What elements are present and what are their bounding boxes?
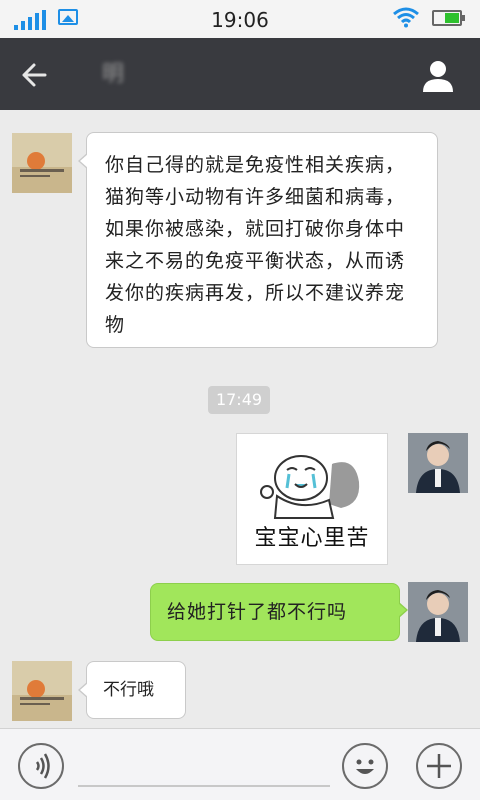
contact-avatar[interactable] — [12, 133, 72, 193]
voice-button[interactable] — [18, 743, 64, 789]
plus-icon — [427, 754, 451, 778]
crying-meme-face-icon — [260, 455, 360, 519]
battery-icon — [432, 10, 465, 26]
user-avatar[interactable] — [408, 433, 468, 493]
person-icon[interactable] — [418, 56, 458, 96]
emoji-button[interactable] — [342, 743, 388, 789]
contact-avatar-image — [12, 661, 72, 721]
chat-title: 明 — [102, 62, 125, 87]
wifi-icon — [393, 7, 419, 28]
chat-header: 明 — [0, 38, 480, 110]
message-timestamp: 17:49 — [208, 386, 270, 414]
status-bar: 19:06 — [0, 0, 480, 38]
user-avatar[interactable] — [408, 582, 468, 642]
sticker-caption: 宝宝心里苦 — [254, 526, 370, 551]
voice-icon — [35, 753, 50, 779]
message-input-bar — [0, 728, 480, 800]
emoji-icon — [356, 759, 374, 774]
message-bubble[interactable]: 不行哦 — [78, 661, 186, 719]
message-bubble[interactable]: 给她打针了都不行吗 — [150, 583, 408, 641]
back-arrow-icon[interactable] — [18, 60, 48, 90]
user-avatar-image — [408, 433, 468, 493]
plus-button[interactable] — [416, 743, 462, 789]
contact-avatar-image — [12, 133, 72, 193]
contact-avatar[interactable] — [12, 661, 72, 721]
user-avatar-image — [408, 582, 468, 642]
message-input[interactable] — [78, 749, 330, 787]
message-bubble[interactable]: 你自己得的就是免疫性相关疾病，猫狗等小动物有许多细菌和病毒，如果你被感染，就回打… — [78, 132, 438, 348]
sticker-message[interactable]: 宝宝心里苦 — [236, 433, 388, 565]
